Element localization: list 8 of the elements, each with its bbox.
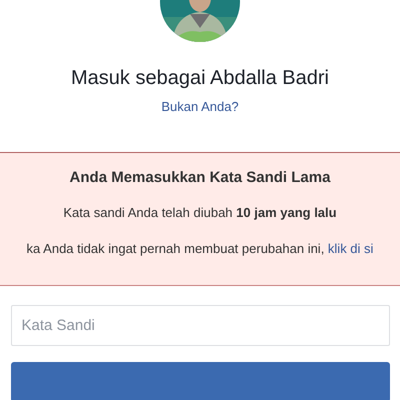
password-field[interactable]: Kata Sandi (10, 305, 390, 346)
alert-note: ka Anda tidak ingat pernah membuat perubahan ini, (26, 240, 326, 258)
alert-message: Kata sandi Anda telah diubah 10 jam yang lalu (63, 204, 337, 222)
not-you-link[interactable]: Bukan Anda? (161, 96, 239, 118)
login-button[interactable] (10, 362, 390, 400)
login-title: Masuk sebagai Abdalla Badri (71, 66, 329, 91)
alert-heading: Anda Memasukkan Kata Sandi Lama (70, 168, 330, 188)
click-here-link[interactable]: klik di si (328, 239, 374, 259)
